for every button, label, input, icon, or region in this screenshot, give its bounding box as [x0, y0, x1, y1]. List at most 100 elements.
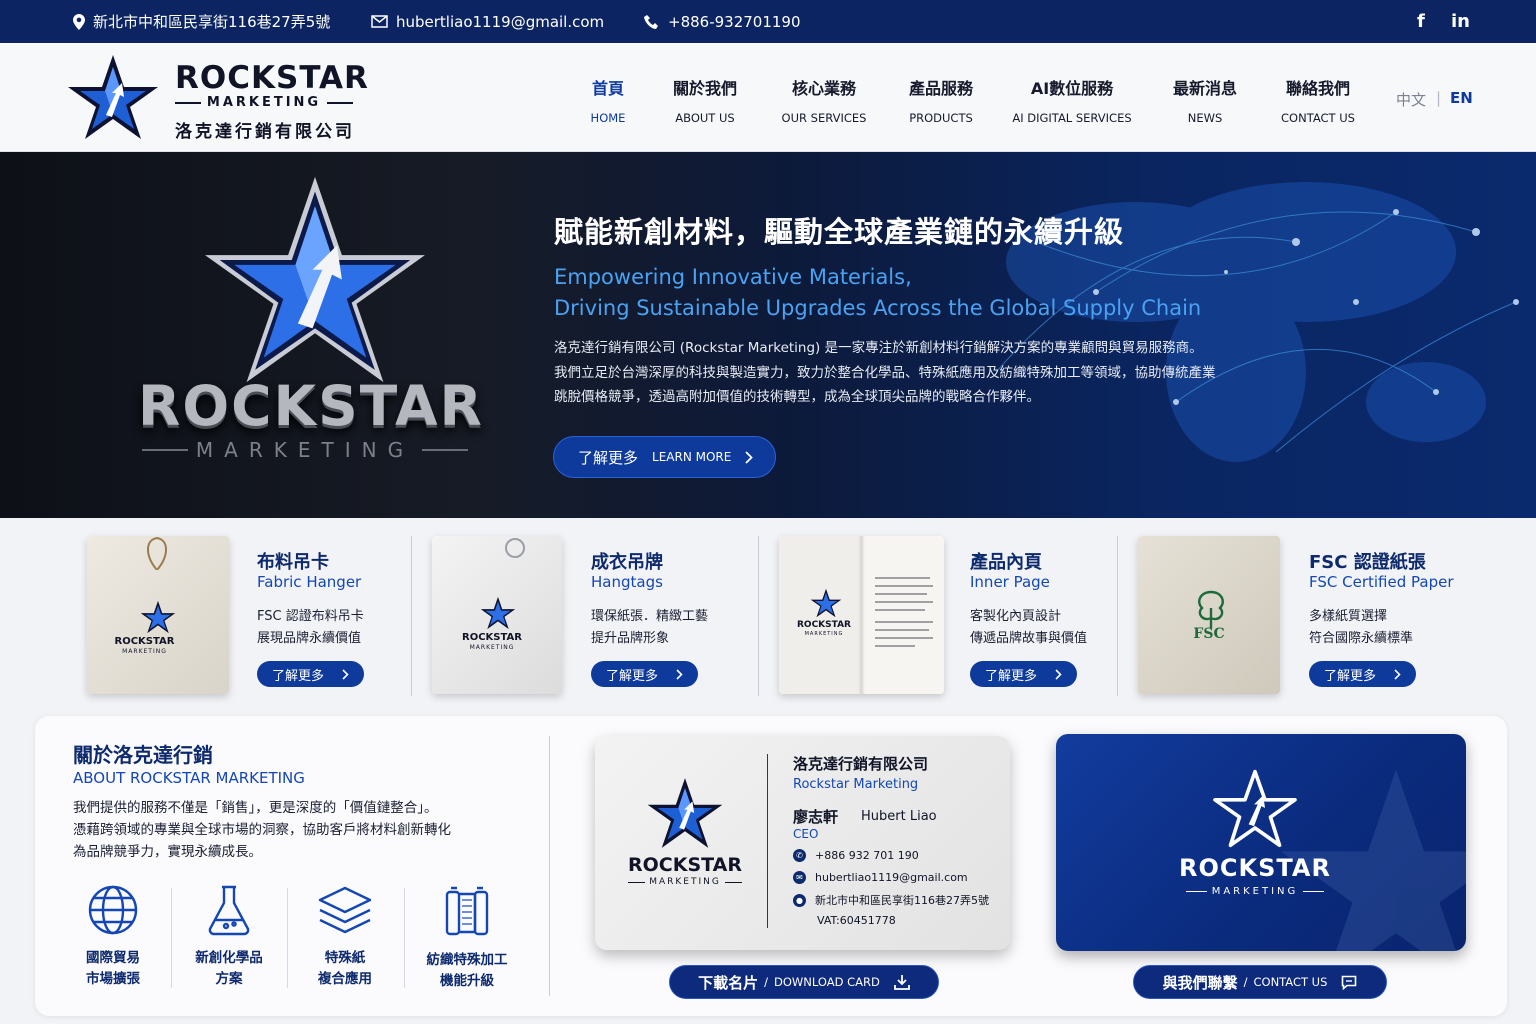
- inner-page-brand: ROCKSTAR: [797, 620, 851, 630]
- world-network-map-icon: [995, 182, 1519, 462]
- nav-news[interactable]: 最新消息 NEWS: [1165, 75, 1245, 125]
- service-international-trade-label: 國際貿易 市場擴張: [57, 948, 169, 990]
- lang-en[interactable]: EN: [1450, 89, 1473, 107]
- product-card-fsc-paper[interactable]: FSC FSC 認證紙張 FSC Certified Paper 多樣紙質選擇 …: [1138, 536, 1468, 696]
- hangtags-desc: 環保紙張．精緻工藝 提升品牌形象: [591, 606, 708, 649]
- location-pin-icon: [73, 13, 85, 30]
- contact-us-en: CONTACT US: [1253, 975, 1328, 989]
- service-international-trade[interactable]: 國際貿易 市場擴張: [57, 884, 169, 990]
- nav-ai-services[interactable]: AI數位服務 AI DIGITAL SERVICES: [1006, 75, 1138, 125]
- inner-page-desc-2: 傳遞品牌故事與價值: [970, 630, 1088, 646]
- nav-products-en: PRODUCTS: [909, 111, 973, 125]
- fsc-tree-icon: [1198, 590, 1224, 628]
- product-cards-row: ROCKSTAR MARKETING 布料吊卡 Fabric Hanger FS…: [0, 518, 1536, 716]
- business-card-back: ROCKSTAR MARKETING: [1056, 734, 1466, 951]
- hangtags-more-button[interactable]: 了解更多: [591, 661, 698, 687]
- nav-products[interactable]: 產品服務 PRODUCTS: [896, 75, 986, 125]
- product-card-fabric-hanger[interactable]: ROCKSTAR MARKETING 布料吊卡 Fabric Hanger FS…: [87, 536, 407, 696]
- nav-services[interactable]: 核心業務 OUR SERVICES: [774, 75, 874, 125]
- rockstar-star-logo-icon[interactable]: [66, 53, 160, 141]
- hangtags-desc-1: 環保紙張．精緻工藝: [591, 609, 709, 624]
- fabric-hanger-desc-2: 展現品牌永續價值: [257, 630, 362, 646]
- download-card-zh: 下載名片: [698, 973, 759, 992]
- product-card-hangtags[interactable]: ROCKSTAR MARKETING 成衣吊牌 Hangtags 環保紙張．精緻…: [432, 536, 752, 696]
- about-description-line3: 為品牌競爭力，實現永續成長。: [73, 844, 262, 860]
- product-card-inner-page[interactable]: ROCKSTAR MARKETING 產品內頁 Inner Page 客製化內頁…: [779, 536, 1109, 696]
- service-divider: [404, 888, 405, 988]
- card-company-en: Rockstar Marketing: [793, 777, 919, 792]
- learn-more-button[interactable]: 了解更多 LEARN MORE: [553, 436, 776, 478]
- brand-tagline: MARKETING: [175, 95, 353, 110]
- fsc-paper-more-button[interactable]: 了解更多: [1309, 661, 1416, 687]
- nav-about-en: ABOUT US: [675, 111, 735, 125]
- nav-services-zh: 核心業務: [791, 79, 856, 98]
- facebook-icon[interactable]: f: [1417, 0, 1425, 43]
- text-lines-icon: [875, 577, 933, 647]
- card-email-row: ✉ hubertliao1119@gmail.com: [793, 871, 968, 884]
- service-special-paper[interactable]: 特殊紙 複合應用: [289, 884, 401, 990]
- card-divider: [767, 754, 768, 928]
- nav-about[interactable]: 關於我們 ABOUT US: [660, 75, 750, 125]
- fabric-hanger-more-button[interactable]: 了解更多: [257, 661, 364, 687]
- hero-description-line1: 洛克達行銷有限公司 (Rockstar Marketing) 是一家專注於新創材…: [554, 340, 1203, 356]
- linkedin-icon[interactable]: in: [1451, 0, 1470, 43]
- email-item[interactable]: hubertliao1119@gmail.com: [371, 0, 604, 43]
- card-back-brand-tagline-text: MARKETING: [1211, 886, 1299, 897]
- globe-icon: [88, 885, 138, 935]
- phone-icon: ✆: [793, 849, 806, 862]
- card-email: hubertliao1119@gmail.com: [815, 871, 968, 884]
- fsc-paper-more-label: 了解更多: [1323, 668, 1376, 684]
- address-text: 新北市中和區民享街116巷27弄5號: [93, 13, 331, 31]
- card-person-name-zh: 廖志軒: [793, 808, 839, 826]
- hang-string-icon: [147, 536, 167, 570]
- service-divider: [287, 888, 288, 988]
- hang-ring-icon: [505, 538, 525, 558]
- hero-description-line3: 跳脫價格競爭，透過高附加價值的技術轉型，成為全球頂尖品牌的戰略合作夥伴。: [554, 389, 1040, 405]
- fabric-hanger-brand: ROCKSTAR: [114, 636, 175, 647]
- email-text[interactable]: hubertliao1119@gmail.com: [396, 13, 604, 31]
- contact-us-button[interactable]: 與我們聯繫 / CONTACT US: [1133, 965, 1387, 999]
- fsc-paper-title-en: FSC Certified Paper: [1309, 573, 1454, 591]
- lang-zh[interactable]: 中文: [1396, 89, 1426, 110]
- nav-home[interactable]: 首頁 HOME: [578, 75, 638, 125]
- fsc-paper-image: FSC: [1138, 536, 1280, 694]
- service-special-paper-l2: 複合應用: [318, 971, 372, 987]
- about-section: 關於洛克達行銷 ABOUT ROCKSTAR MARKETING 我們提供的服務…: [35, 716, 1507, 1016]
- hero-subtitle-line1: Empowering Innovative Materials,: [554, 265, 912, 289]
- fsc-logo-text: FSC: [1193, 626, 1225, 642]
- inner-page-more-button[interactable]: 了解更多: [970, 661, 1077, 687]
- phone-item[interactable]: +886-932701190: [644, 0, 801, 43]
- inner-page-title-en: Inner Page: [970, 573, 1050, 591]
- service-chemicals[interactable]: 新創化學品 方案: [173, 884, 285, 990]
- product-divider: [1117, 536, 1118, 696]
- contact-us-separator: /: [1243, 975, 1248, 989]
- nav-contact-en: CONTACT US: [1281, 111, 1355, 125]
- star-logo-icon: [140, 600, 176, 634]
- nav-home-zh: 首頁: [591, 79, 624, 98]
- about-description-line1: 我們提供的服務不僅是「銷售」，更是深度的「價值鏈整合」。: [73, 800, 438, 816]
- chevron-right-icon: [342, 668, 349, 680]
- hangtags-title-en: Hangtags: [591, 573, 663, 591]
- card-back-brand-name: ROCKSTAR: [1179, 854, 1331, 882]
- hangtags-image: ROCKSTAR MARKETING: [432, 536, 562, 694]
- nav-services-en: OUR SERVICES: [781, 111, 867, 125]
- lang-separator: |: [1436, 89, 1442, 107]
- phone-text[interactable]: +886-932701190: [668, 13, 801, 31]
- fabric-hanger-image: ROCKSTAR MARKETING: [87, 536, 229, 694]
- download-card-button[interactable]: 下載名片 / DOWNLOAD CARD: [669, 965, 939, 999]
- nav-news-zh: 最新消息: [1172, 79, 1237, 98]
- mail-icon: ✉: [793, 871, 806, 884]
- nav-contact[interactable]: 聯絡我們 CONTACT US: [1272, 75, 1364, 125]
- nav-products-zh: 產品服務: [908, 79, 973, 98]
- brand-name-zh: 洛克達行銷有限公司: [175, 122, 355, 142]
- site-header: ROCKSTAR MARKETING 洛克達行銷有限公司 首頁 HOME 關於我…: [0, 43, 1536, 152]
- service-textile-l1: 紡織特殊加工: [426, 952, 508, 968]
- brand-name[interactable]: ROCKSTAR: [175, 60, 369, 96]
- service-international-trade-l2: 市場擴張: [86, 971, 140, 987]
- card-company-zh: 洛克達行銷有限公司: [793, 755, 929, 773]
- brand-tagline-text: MARKETING: [206, 95, 322, 110]
- service-textile[interactable]: 紡織特殊加工 機能升級: [411, 884, 523, 992]
- nav-ai-services-en: AI DIGITAL SERVICES: [1012, 111, 1132, 125]
- location-pin-icon: ●: [793, 893, 806, 907]
- card-brand-tagline-text: MARKETING: [649, 877, 721, 887]
